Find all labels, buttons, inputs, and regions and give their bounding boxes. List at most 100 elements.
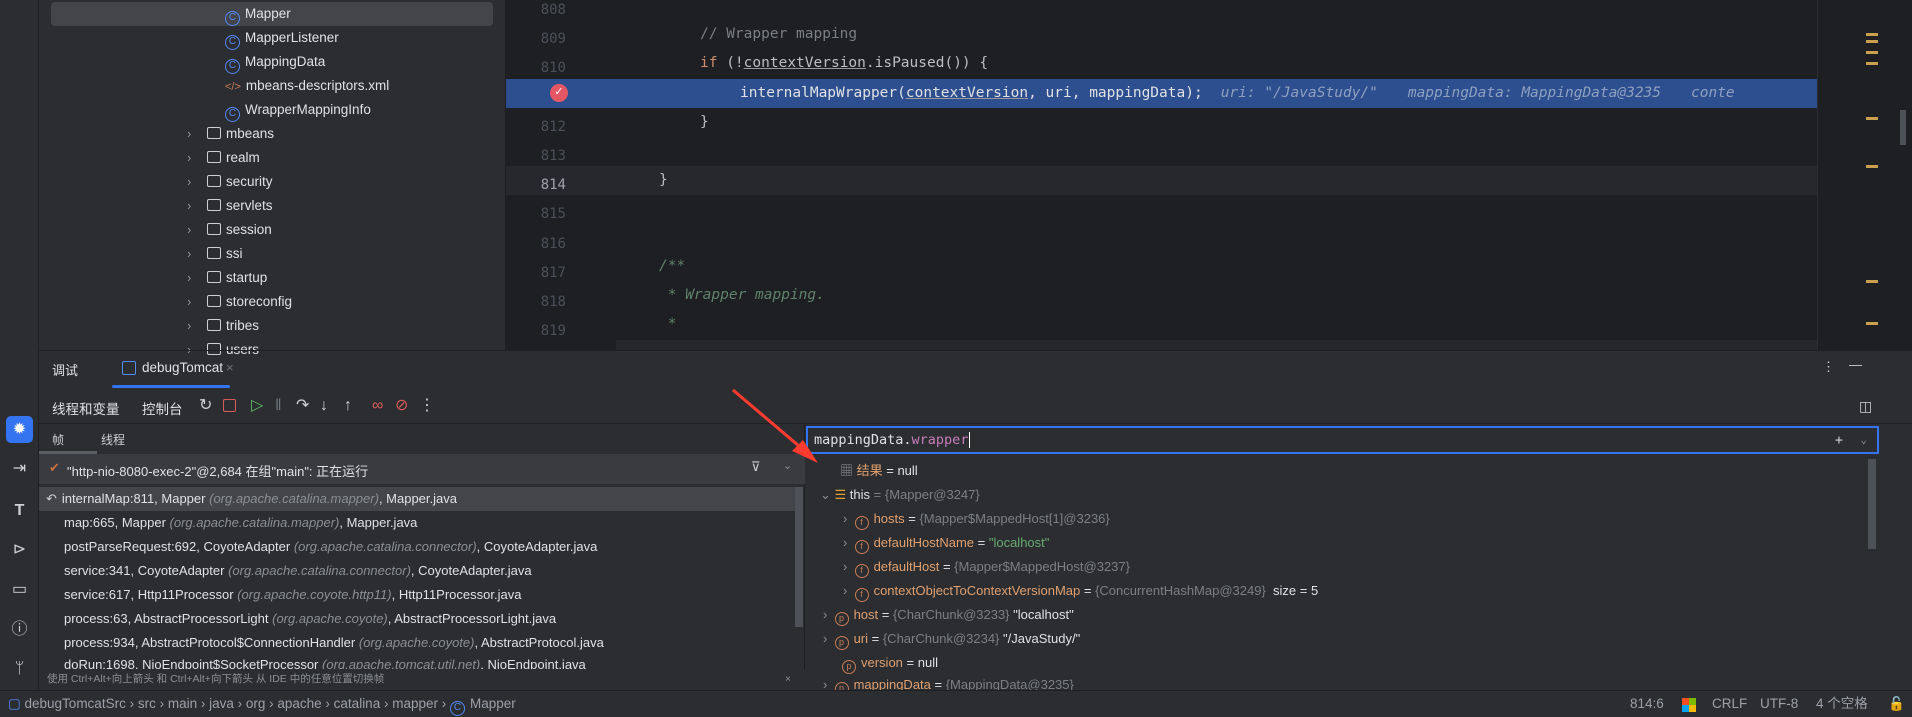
breakpoint-icon[interactable]: ✓ bbox=[550, 84, 568, 102]
chevron-right-icon[interactable]: › bbox=[187, 122, 191, 146]
tab-debugtomcat[interactable]: debugTomcat × bbox=[108, 357, 238, 389]
tree-file-mbeans-xml[interactable]: </> mbeans-descriptors.xml bbox=[225, 74, 389, 98]
close-hint-icon[interactable]: × bbox=[785, 669, 791, 690]
chevron-right-icon[interactable]: › bbox=[187, 266, 191, 290]
horizontal-scrollbar[interactable] bbox=[616, 340, 1817, 350]
tree-file-mapperlistener[interactable]: C MapperListener bbox=[225, 26, 339, 50]
stack-frame[interactable]: process:934, AbstractProtocol$Connection… bbox=[64, 631, 604, 655]
tree-folder-storeconfig[interactable]: › storeconfig bbox=[187, 290, 292, 314]
stack-frame[interactable]: service:341, CoyoteAdapter (org.apache.c… bbox=[64, 559, 532, 583]
more-icon[interactable]: ⋮ bbox=[419, 396, 435, 416]
var-mappingdata[interactable]: › p mappingData = {MappingData@3235} bbox=[823, 675, 1074, 690]
build-hammer-icon[interactable]: T bbox=[6, 497, 33, 524]
services-icon[interactable]: ⊳ bbox=[6, 536, 33, 563]
layout-icon[interactable]: ◫ bbox=[1859, 396, 1872, 416]
tree-folder-session[interactable]: › session bbox=[187, 218, 272, 242]
breadcrumb-item[interactable]: java bbox=[209, 696, 234, 711]
close-tab-icon[interactable]: × bbox=[226, 360, 234, 375]
history-dropdown-icon[interactable]: ⌄ bbox=[1860, 428, 1867, 452]
tree-folder-startup[interactable]: › startup bbox=[187, 266, 267, 290]
stack-frame[interactable]: ↶ internalMap:811, Mapper (org.apache.cat… bbox=[39, 487, 457, 511]
debug-icon[interactable]: ✹ bbox=[6, 416, 33, 443]
stop-icon[interactable] bbox=[223, 399, 236, 412]
line-separator[interactable]: CRLF bbox=[1712, 691, 1747, 717]
breadcrumb-item[interactable]: debugTomcatSrc bbox=[25, 696, 126, 711]
view-breakpoints-icon[interactable]: ∞ bbox=[372, 396, 383, 416]
var-context-map[interactable]: › f contextObjectToContextVersionMap = {C… bbox=[843, 579, 1318, 603]
tree-folder-tribes[interactable]: › tribes bbox=[187, 314, 259, 338]
line-number: 816 bbox=[540, 235, 566, 252]
thread-selector[interactable]: ✔ "http-nio-8080-exec-2"@2,684 在组"main":… bbox=[39, 454, 805, 484]
resume-icon[interactable]: ▷ bbox=[251, 396, 263, 416]
file-encoding[interactable]: UTF-8 bbox=[1760, 691, 1798, 717]
var-version[interactable]: p version = null bbox=[842, 651, 938, 675]
stack-frame[interactable]: map:665, Mapper (org.apache.catalina.map… bbox=[64, 511, 417, 535]
breadcrumb-item[interactable]: src bbox=[138, 696, 156, 711]
breadcrumb-item[interactable]: mapper bbox=[392, 696, 438, 711]
commit-icon[interactable]: ⇥ bbox=[6, 455, 33, 482]
frames-scrollbar[interactable] bbox=[795, 487, 803, 627]
breadcrumb-item[interactable]: catalina bbox=[334, 696, 381, 711]
var-defaulthost[interactable]: › f defaultHost = {Mapper$MappedHost@3237… bbox=[843, 555, 1130, 579]
var-uri[interactable]: › p uri = {CharChunk@3234} "/JavaStudy/" bbox=[823, 627, 1080, 651]
evaluate-expression-input[interactable]: mappingData.wrapper + ⌄ bbox=[806, 426, 1879, 454]
chevron-right-icon[interactable]: › bbox=[187, 218, 191, 242]
var-result[interactable]: ▦ 结果 = null bbox=[840, 459, 918, 483]
tree-folder-realm[interactable]: › realm bbox=[187, 146, 260, 170]
stack-frame[interactable]: process:63, AbstractProcessorLight (org.… bbox=[64, 607, 556, 631]
tree-folder-ssi[interactable]: › ssi bbox=[187, 242, 243, 266]
minimize-icon[interactable]: — bbox=[1849, 357, 1862, 372]
breadcrumb-item[interactable]: apache bbox=[277, 696, 321, 711]
problems-icon[interactable]: ⓘ bbox=[6, 616, 33, 643]
step-out-icon[interactable]: ↑ bbox=[344, 396, 352, 416]
inline-value-mappingdata: mappingData: MappingData@3235 bbox=[1407, 85, 1662, 101]
chevron-down-icon[interactable]: ⌄ bbox=[783, 459, 792, 472]
tree-file-wrappermappinginfo[interactable]: C WrapperMappingInfo bbox=[225, 98, 371, 122]
stack-frame[interactable]: service:617, Http11Processor (org.apache… bbox=[64, 583, 521, 607]
chevron-right-icon[interactable]: › bbox=[187, 170, 191, 194]
chevron-right-icon: › bbox=[380, 696, 393, 711]
breadcrumb-item[interactable]: Mapper bbox=[470, 696, 516, 711]
chevron-right-icon[interactable]: › bbox=[187, 146, 191, 170]
indent-setting[interactable]: 4 个空格 bbox=[1816, 691, 1868, 717]
tree-folder-mbeans[interactable]: › mbeans bbox=[187, 122, 274, 146]
chevron-right-icon[interactable]: › bbox=[187, 194, 191, 218]
tab-console[interactable]: 控制台 bbox=[142, 398, 183, 418]
more-options-icon[interactable]: ⋮ bbox=[1822, 359, 1835, 375]
terminal-icon[interactable]: ▭ bbox=[6, 576, 33, 603]
tab-threads[interactable]: 线程 bbox=[101, 431, 125, 448]
chevron-right-icon[interactable]: › bbox=[187, 290, 191, 314]
folder-label: session bbox=[226, 222, 272, 237]
rerun-icon[interactable]: ↻ bbox=[199, 396, 212, 416]
var-defaulthostname[interactable]: › f defaultHostName = "localhost" bbox=[843, 531, 1049, 555]
lock-icon[interactable]: 🔓 bbox=[1888, 691, 1905, 717]
stack-frame[interactable]: doRun:1698, NioEndpoint$SocketProcessor … bbox=[64, 655, 586, 669]
step-into-icon[interactable]: ↓ bbox=[320, 396, 328, 416]
tab-threads-variables[interactable]: 线程和变量 bbox=[52, 398, 120, 418]
breadcrumb-item[interactable]: main bbox=[168, 696, 197, 711]
mute-breakpoints-icon[interactable]: ⊘ bbox=[395, 396, 408, 416]
tree-folder-security[interactable]: › security bbox=[187, 170, 273, 194]
tree-folder-servlets[interactable]: › servlets bbox=[187, 194, 273, 218]
var-hosts[interactable]: › f hosts = {Mapper$MappedHost[1]@3236} bbox=[843, 507, 1110, 531]
pause-icon[interactable]: ‖ bbox=[275, 396, 282, 416]
line-number: 818 bbox=[540, 294, 566, 310]
editor-scrollbar[interactable] bbox=[1900, 110, 1906, 145]
add-watch-icon[interactable]: + bbox=[1835, 428, 1843, 452]
var-host[interactable]: › p host = {CharChunk@3233} "localhost" bbox=[823, 603, 1074, 627]
code-editor[interactable]: // Wrapper mapping if (!contextVersion.i… bbox=[616, 0, 1817, 350]
var-this[interactable]: ⌄ ☰ this = {Mapper@3247} bbox=[820, 483, 980, 507]
step-over-icon[interactable]: ↷ bbox=[296, 396, 309, 416]
variables-scrollbar[interactable] bbox=[1868, 459, 1876, 549]
breadcrumb-item[interactable]: org bbox=[246, 696, 266, 711]
chevron-right-icon[interactable]: › bbox=[187, 242, 191, 266]
tab-debug[interactable]: 调试 bbox=[52, 360, 78, 379]
chevron-right-icon[interactable]: › bbox=[187, 314, 191, 338]
tree-file-mappingdata[interactable]: C MappingData bbox=[225, 50, 325, 74]
tree-file-mapper[interactable]: C Mapper bbox=[225, 2, 291, 26]
stack-frame[interactable]: postParseRequest:692, CoyoteAdapter (org… bbox=[64, 535, 597, 559]
tab-frames[interactable]: 帧 bbox=[52, 431, 64, 448]
caret-position[interactable]: 814:6 bbox=[1630, 691, 1664, 717]
git-icon[interactable]: ᛘ bbox=[6, 655, 33, 682]
filter-icon[interactable]: ⊽ bbox=[751, 459, 761, 475]
